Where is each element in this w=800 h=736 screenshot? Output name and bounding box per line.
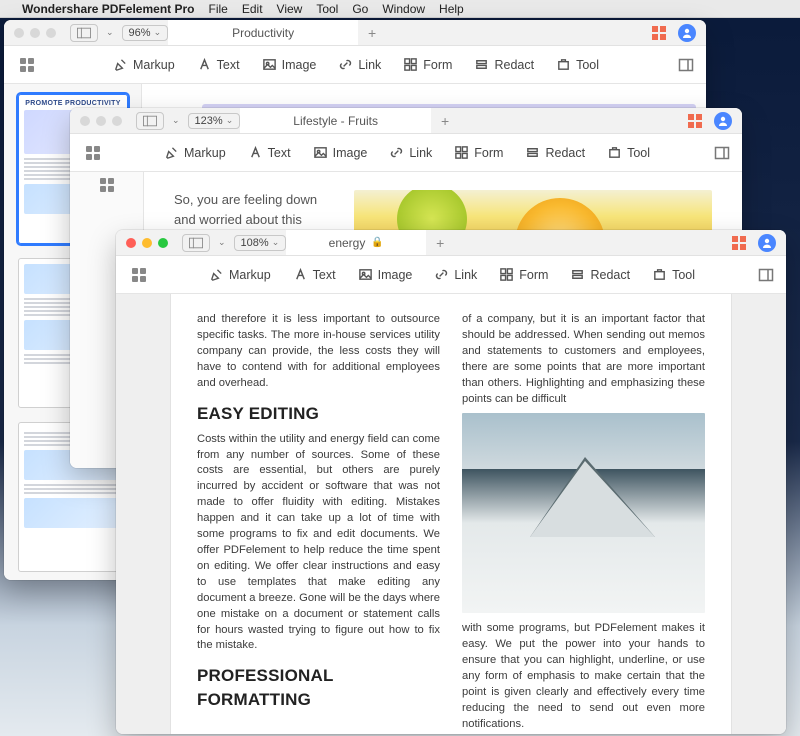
tab-lifestyle[interactable]: Lifestyle - Fruits — [240, 108, 431, 133]
window-controls[interactable] — [70, 116, 122, 126]
new-tab-button[interactable]: + — [426, 235, 454, 251]
page-grid-icon[interactable] — [128, 268, 146, 282]
toolbar: Markup Text Image Link Form Redact Tool — [70, 134, 742, 172]
tool-tool[interactable]: Tool — [607, 145, 650, 160]
account-avatar[interactable] — [714, 112, 732, 130]
tool-form[interactable]: Form — [499, 267, 548, 282]
zoom-select[interactable]: 108%⌄ — [234, 235, 287, 251]
zoom-select[interactable]: 96%⌄ — [122, 25, 169, 41]
thumb-title: PROMOTE PRODUCTIVITY — [24, 100, 122, 107]
toolbar: Markup Text Image Link Form Redact Tool — [116, 256, 786, 294]
titlebar: ⌄ 123%⌄ Lifestyle - Fruits + — [70, 108, 742, 134]
tool-form[interactable]: Form — [454, 145, 503, 160]
paragraph: with some programs, but PDFelement makes… — [462, 621, 705, 732]
tool-link[interactable]: Link — [434, 267, 477, 282]
tool-link[interactable]: Link — [389, 145, 432, 160]
template-color-icon[interactable] — [652, 26, 666, 40]
new-tab-button[interactable]: + — [431, 113, 459, 129]
menu-file[interactable]: File — [209, 2, 228, 16]
tool-form[interactable]: Form — [403, 57, 452, 72]
sidebar-toggle[interactable] — [182, 234, 210, 252]
heading-professional-formatting: PROFESSIONAL FORMATTING — [197, 664, 440, 712]
menu-go[interactable]: Go — [352, 2, 368, 16]
tool-tool[interactable]: Tool — [652, 267, 695, 282]
tool-tool[interactable]: Tool — [556, 57, 599, 72]
page-grid-icon[interactable] — [100, 178, 114, 468]
sidebar-toggle[interactable] — [70, 24, 98, 42]
page: and therefore it is less important to ou… — [171, 294, 731, 734]
close-dot[interactable] — [14, 28, 24, 38]
min-dot[interactable] — [30, 28, 40, 38]
document-canvas[interactable]: and therefore it is less important to ou… — [116, 294, 786, 734]
menu-view[interactable]: View — [277, 2, 303, 16]
app-name[interactable]: Wondershare PDFelement Pro — [22, 2, 195, 16]
mountain-image — [462, 413, 705, 613]
zoom-label: 96% — [129, 27, 151, 39]
tool-text[interactable]: Text — [293, 267, 336, 282]
tool-text[interactable]: Text — [197, 57, 240, 72]
tab-energy[interactable]: energy🔒 — [286, 230, 426, 255]
panel-toggle-icon[interactable] — [678, 57, 694, 73]
account-avatar[interactable] — [678, 24, 696, 42]
tool-text[interactable]: Text — [248, 145, 291, 160]
toolbar: Markup Text Image Link Form Redact Tool — [4, 46, 706, 84]
tool-markup[interactable]: Markup — [113, 57, 175, 72]
lock-icon: 🔒 — [371, 237, 383, 248]
template-color-icon[interactable] — [732, 236, 746, 250]
menu-edit[interactable]: Edit — [242, 2, 263, 16]
heading-easy-editing: EASY EDITING — [197, 402, 440, 426]
paragraph: Costs within the utility and energy fiel… — [197, 432, 440, 655]
menu-window[interactable]: Window — [382, 2, 425, 16]
panel-toggle-icon[interactable] — [758, 267, 774, 283]
column-right: of a company, but it is an important fac… — [462, 312, 705, 733]
tool-image[interactable]: Image — [358, 267, 413, 282]
zoom-select[interactable]: 123%⌄ — [188, 113, 241, 129]
max-dot[interactable] — [46, 28, 56, 38]
template-color-icon[interactable] — [688, 114, 702, 128]
paragraph: of a company, but it is an important fac… — [462, 312, 705, 407]
titlebar: ⌄ 96%⌄ Productivity + — [4, 20, 706, 46]
tool-redact[interactable]: Redact — [570, 267, 630, 282]
tab-productivity[interactable]: Productivity — [168, 20, 358, 45]
tool-image[interactable]: Image — [313, 145, 368, 160]
tool-link[interactable]: Link — [338, 57, 381, 72]
mac-menubar: Wondershare PDFelement Pro File Edit Vie… — [0, 0, 800, 18]
menu-help[interactable]: Help — [439, 2, 464, 16]
tool-redact[interactable]: Redact — [525, 145, 585, 160]
panel-toggle-icon[interactable] — [714, 145, 730, 161]
window-controls[interactable] — [116, 238, 168, 248]
column-left: and therefore it is less important to ou… — [197, 312, 440, 733]
new-tab-button[interactable]: + — [358, 25, 386, 41]
tool-image[interactable]: Image — [262, 57, 317, 72]
page-grid-icon[interactable] — [82, 146, 100, 160]
chevron-down-icon[interactable]: ⌄ — [106, 27, 114, 38]
window-controls[interactable] — [4, 28, 56, 38]
tool-markup[interactable]: Markup — [209, 267, 271, 282]
account-avatar[interactable] — [758, 234, 776, 252]
menu-tool[interactable]: Tool — [316, 2, 338, 16]
titlebar: ⌄ 108%⌄ energy🔒 + — [116, 230, 786, 256]
paragraph: and therefore it is less important to ou… — [197, 312, 440, 392]
sidebar-toggle[interactable] — [136, 112, 164, 130]
page-grid-icon[interactable] — [16, 58, 34, 72]
tool-markup[interactable]: Markup — [164, 145, 226, 160]
window-energy: ⌄ 108%⌄ energy🔒 + Markup Text Image Link… — [116, 230, 786, 734]
tool-redact[interactable]: Redact — [474, 57, 534, 72]
